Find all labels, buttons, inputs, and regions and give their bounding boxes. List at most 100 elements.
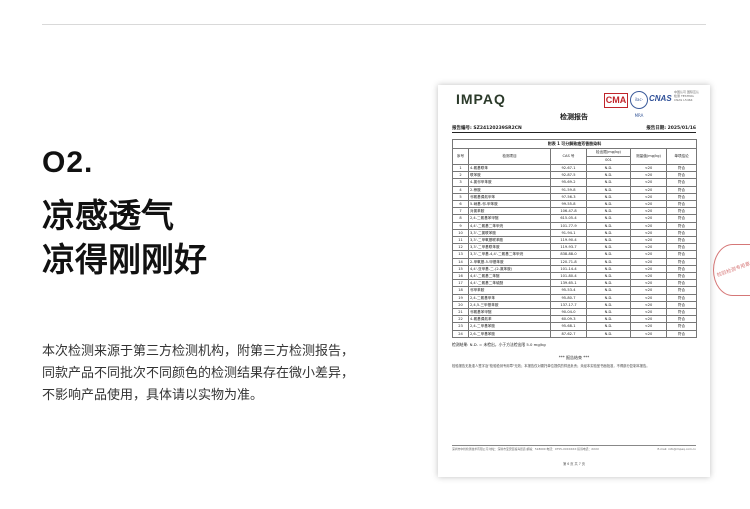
table-cell: 21 bbox=[452, 308, 469, 317]
table-cell: 101-80-4 bbox=[550, 272, 587, 281]
table-cell: 符合 bbox=[665, 250, 698, 259]
table-cell: 4,4'-二氨基二苯甲烷 bbox=[468, 221, 551, 230]
table-row: 12 3,3'-二甲基联苯胺 119-93-7 N.D. <20 符合 bbox=[452, 243, 698, 252]
table-cell: 2,4,5-三甲基苯胺 bbox=[468, 300, 551, 310]
table-cell: 101-14-4 bbox=[550, 264, 587, 274]
table-cell: <20 bbox=[630, 257, 667, 266]
table-cell: 99-55-8 bbox=[550, 200, 587, 209]
table-row: 19 2,4-二氨基甲苯 95-80-7 N.D. <20 符合 bbox=[452, 293, 698, 302]
table-row: 24 2,6-二甲基苯胺 87-62-7 N.D. <20 符合 bbox=[452, 329, 698, 338]
table-cell: 14 bbox=[452, 257, 469, 266]
cma-mark-icon: CMA bbox=[604, 93, 628, 108]
table-cell: 1 bbox=[452, 163, 469, 173]
table-cell: 符合 bbox=[665, 163, 698, 173]
cnas-mark-icon: CNAS bbox=[649, 94, 672, 103]
table-cell: 4 bbox=[452, 185, 469, 194]
table-cell: 119-90-4 bbox=[550, 236, 587, 245]
table-cell: 4,4'-二氨基二苯醚 bbox=[468, 272, 551, 281]
table-cell: <20 bbox=[630, 178, 667, 187]
table-cell: <20 bbox=[630, 207, 667, 216]
table-cell: N.D. bbox=[586, 228, 631, 238]
col-header-cas: CAS 号 bbox=[550, 148, 587, 165]
table-cell: <20 bbox=[630, 200, 667, 209]
table-cell: 13 bbox=[452, 250, 469, 259]
table-row: 5 邻氨基偶氮甲苯 97-56-3 N.D. <20 符合 bbox=[452, 192, 698, 202]
table-cell: 119-93-7 bbox=[550, 243, 587, 252]
report-number: 报告编号: SZ24120239SR2CN bbox=[452, 126, 522, 131]
table-cell: 符合 bbox=[665, 286, 698, 295]
table-cell: 7 bbox=[452, 207, 469, 216]
table-row: 17 4,4'-二氨基二苯硫醚 139-65-1 N.D. <20 符合 bbox=[452, 279, 698, 288]
table-cell: N.D. bbox=[586, 171, 631, 180]
table-cell: N.D. bbox=[586, 279, 631, 288]
table-cell: 95-69-2 bbox=[550, 178, 587, 187]
table-cell: 92-87-5 bbox=[550, 171, 587, 180]
headline: 凉感透气 凉得刚刚好 bbox=[42, 194, 207, 282]
table-cell: 91-94-1 bbox=[550, 228, 587, 238]
table-cell: 18 bbox=[452, 286, 469, 295]
result-note: 检测结果: N.D. = 未检出，小于方法检出限 5.0 mg/kg bbox=[452, 342, 546, 347]
table-cell: 8 bbox=[452, 214, 469, 223]
table-cell: 91-59-8 bbox=[550, 185, 587, 194]
table-cell: 4-氨基联苯 bbox=[468, 163, 551, 173]
table-cell: <20 bbox=[630, 185, 667, 194]
table-cell: N.D. bbox=[586, 178, 631, 187]
col-header-sample: 001 bbox=[586, 156, 631, 165]
table-cell: 2,4-二氨基甲苯 bbox=[468, 293, 551, 302]
table-row: 9 4,4'-二氨基二苯甲烷 101-77-9 N.D. <20 符合 bbox=[452, 221, 698, 230]
table-cell: 符合 bbox=[665, 329, 698, 338]
description-line-2: 同款产品不同批次不同颜色的检测结果存在微小差异， bbox=[42, 366, 355, 381]
stamp-text: 检验检测专用章 bbox=[716, 261, 750, 279]
headline-line-2: 凉得刚刚好 bbox=[42, 240, 207, 279]
table-cell: N.D. bbox=[586, 329, 631, 338]
table-cell: 11 bbox=[452, 236, 469, 245]
table-cell: 95-68-1 bbox=[550, 322, 587, 331]
col-header-index: 序号 bbox=[452, 148, 469, 165]
table-row: 1 4-氨基联苯 92-67-1 N.D. <20 符合 bbox=[452, 163, 698, 173]
table-cell: 615-05-4 bbox=[550, 214, 587, 223]
table-cell: 137-17-7 bbox=[550, 300, 587, 310]
table-cell: <20 bbox=[630, 329, 667, 338]
table-cell: 3,3'-二甲氧基联苯胺 bbox=[468, 236, 551, 245]
table-row: 6 5-硝基-邻-甲苯胺 99-55-8 N.D. <20 符合 bbox=[452, 200, 698, 209]
table-cell: N.D. bbox=[586, 264, 631, 274]
table-cell: <20 bbox=[630, 228, 667, 238]
table-cell: 20 bbox=[452, 300, 469, 310]
table-cell: 95-53-4 bbox=[550, 286, 587, 295]
table-cell: N.D. bbox=[586, 286, 631, 295]
table-row: 3 4-氯邻甲苯胺 95-69-2 N.D. <20 符合 bbox=[452, 178, 698, 187]
table-cell: 101-77-9 bbox=[550, 221, 587, 230]
table-cell: 92-67-1 bbox=[550, 163, 587, 173]
section-number: O2. bbox=[42, 146, 94, 179]
table-cell: N.D. bbox=[586, 207, 631, 216]
table-cell: <20 bbox=[630, 264, 667, 274]
table-cell: <20 bbox=[630, 163, 667, 173]
table-cell: N.D. bbox=[586, 250, 631, 259]
table-row: 23 2,4-二甲基苯胺 95-68-1 N.D. <20 符合 bbox=[452, 322, 698, 331]
table-cell: <20 bbox=[630, 236, 667, 245]
table-cell: <20 bbox=[630, 272, 667, 281]
table-cell: 3,3'-二甲基-4,4'-二氨基二苯甲烷 bbox=[468, 250, 551, 259]
table-cell: <20 bbox=[630, 286, 667, 295]
table-row: 8 2,4-二氨基苯甲醚 615-05-4 N.D. <20 符合 bbox=[452, 214, 698, 223]
table-row: 13 3,3'-二甲基-4,4'-二氨基二苯甲烷 838-88-0 N.D. <20 符合 bbox=[452, 250, 698, 259]
table-row: 18 邻甲苯胺 95-53-4 N.D. <20 符合 bbox=[452, 286, 698, 295]
table-cell: 符合 bbox=[665, 171, 698, 180]
table-cell: N.D. bbox=[586, 192, 631, 202]
table-cell: <20 bbox=[630, 221, 667, 230]
table-cell: 符合 bbox=[665, 243, 698, 252]
table-cell: N.D. bbox=[586, 236, 631, 245]
table-cell: 4,4'-亚甲基-二-(2-氯苯胺) bbox=[468, 264, 551, 274]
description-line-1: 本次检测来源于第三方检测机构，附第三方检测报告， bbox=[42, 344, 355, 359]
results-table: 附表 1 可分解致癌芳香胺染料 序号 检测项目 CAS 号 检出限(mg/kg)… bbox=[451, 139, 698, 338]
table-cell: 5-硝基-邻-甲苯胺 bbox=[468, 200, 551, 209]
table-cell: N.D. bbox=[586, 200, 631, 209]
description: 本次检测来源于第三方检测机构，附第三方检测报告， 同款产品不同批次不同颜色的检测… bbox=[42, 341, 354, 407]
table-cell: N.D. bbox=[586, 300, 631, 310]
report-title: 检测报告 bbox=[560, 113, 588, 121]
table-cell: <20 bbox=[630, 243, 667, 252]
table-cell: 邻甲苯胺 bbox=[468, 286, 551, 295]
table-cell: 对氯苯胺 bbox=[468, 207, 551, 216]
table-row: 4 2-萘胺 91-59-8 N.D. <20 符合 bbox=[452, 185, 698, 194]
table-row: 20 2,4,5-三甲基苯胺 137-17-7 N.D. <20 符合 bbox=[452, 300, 698, 310]
